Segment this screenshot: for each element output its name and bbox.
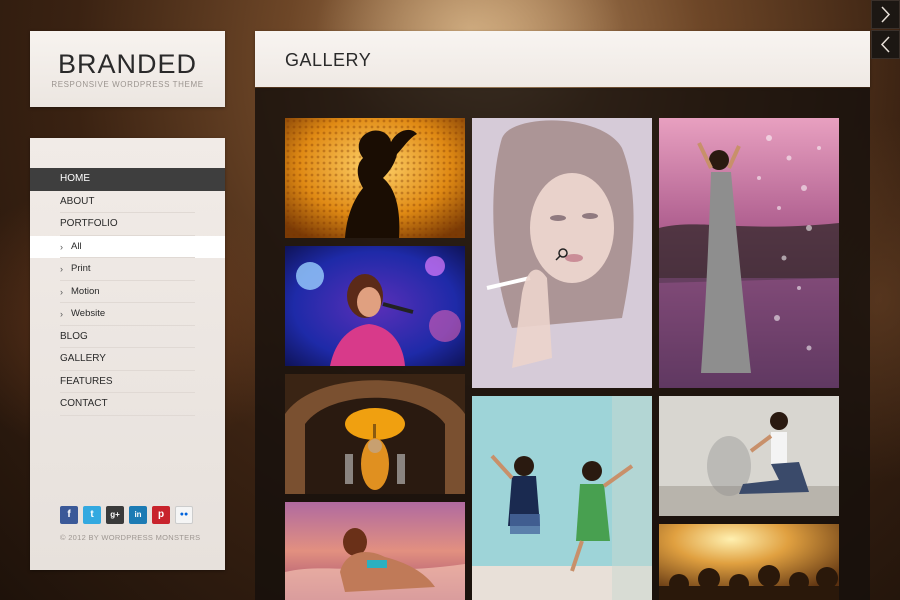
nav-item-gallery[interactable]: GALLERY <box>30 348 225 371</box>
gallery-tile-statue[interactable] <box>285 374 465 494</box>
chevron-right-icon: › <box>60 241 63 252</box>
twitter-icon[interactable]: t <box>83 506 101 524</box>
copyright: © 2012 BY WORDPRESS MONSTERS <box>60 533 201 542</box>
sidebar: HOME ABOUT PORTFOLIO › All › Print › Motion… <box>30 138 225 570</box>
nav-subitem-website[interactable]: › Website <box>30 303 225 326</box>
nav-item-portfolio[interactable]: PORTFOLIO <box>30 213 225 236</box>
chevron-right-icon: › <box>60 264 63 274</box>
gallery-tile-silhouette[interactable] <box>285 118 465 238</box>
prev-arrow-icon <box>880 36 890 53</box>
nav-item-label: CONTACT <box>60 398 108 409</box>
chevron-right-icon: › <box>60 309 63 319</box>
gallery-tile-sitting-woman[interactable] <box>659 396 839 516</box>
nav-item-features[interactable]: FEATURES <box>30 371 225 394</box>
nav-subitem-motion[interactable]: › Motion <box>30 281 225 304</box>
gallery-tile-lake-dress[interactable] <box>659 118 839 388</box>
nav-item-about[interactable]: ABOUT <box>30 191 225 214</box>
logo-subtitle: RESPONSIVE WORDPRESS THEME <box>51 80 204 89</box>
nav-item-label: BLOG <box>60 330 88 342</box>
gallery-tile-jumping-girls[interactable] <box>472 396 652 600</box>
nav-item-label: ABOUT <box>60 195 95 207</box>
logo-title: BRANDED <box>57 49 198 79</box>
pinterest-icon[interactable]: p <box>152 506 170 524</box>
nav-item-label: Print <box>71 263 91 274</box>
gallery-tile-smoking-woman[interactable] <box>472 118 652 388</box>
nav-subitem-all[interactable]: › All <box>30 235 225 258</box>
page-header: GALLERY <box>255 31 870 87</box>
chevron-right-icon: › <box>60 286 63 297</box>
social-links: f t g+ in p ●● <box>60 506 193 524</box>
main-nav: HOME ABOUT PORTFOLIO › All › Print › Motion… <box>30 168 225 416</box>
flickr-icon[interactable]: ●● <box>175 506 193 524</box>
nav-item-home[interactable]: HOME <box>30 168 225 191</box>
nav-item-label: FEATURES <box>60 375 113 387</box>
gallery-tile-concert[interactable] <box>659 524 839 600</box>
nav-item-label: GALLERY <box>60 353 106 364</box>
gallery-area <box>255 88 870 600</box>
google-plus-icon[interactable]: g+ <box>106 506 124 524</box>
nav-item-label: PORTFOLIO <box>60 218 118 229</box>
nav-item-label: All <box>71 240 82 252</box>
page-title: GALLERY <box>285 50 372 70</box>
next-arrow-icon <box>881 6 891 23</box>
logo[interactable]: BRANDED RESPONSIVE WORDPRESS THEME <box>30 31 225 107</box>
nav-item-label: Website <box>71 308 106 319</box>
nav-subitem-print[interactable]: › Print <box>30 258 225 281</box>
nav-item-contact[interactable]: CONTACT <box>30 393 225 416</box>
next-slide-button[interactable] <box>871 0 900 29</box>
facebook-icon[interactable]: f <box>60 506 78 524</box>
gallery-tile-beach[interactable] <box>285 502 465 600</box>
prev-slide-button[interactable] <box>871 30 900 59</box>
gallery-tile-singer[interactable] <box>285 246 465 366</box>
nav-item-blog[interactable]: BLOG <box>30 326 225 349</box>
nav-item-label: Motion <box>71 285 100 297</box>
linkedin-icon[interactable]: in <box>129 506 147 524</box>
nav-item-label: HOME <box>60 173 90 184</box>
